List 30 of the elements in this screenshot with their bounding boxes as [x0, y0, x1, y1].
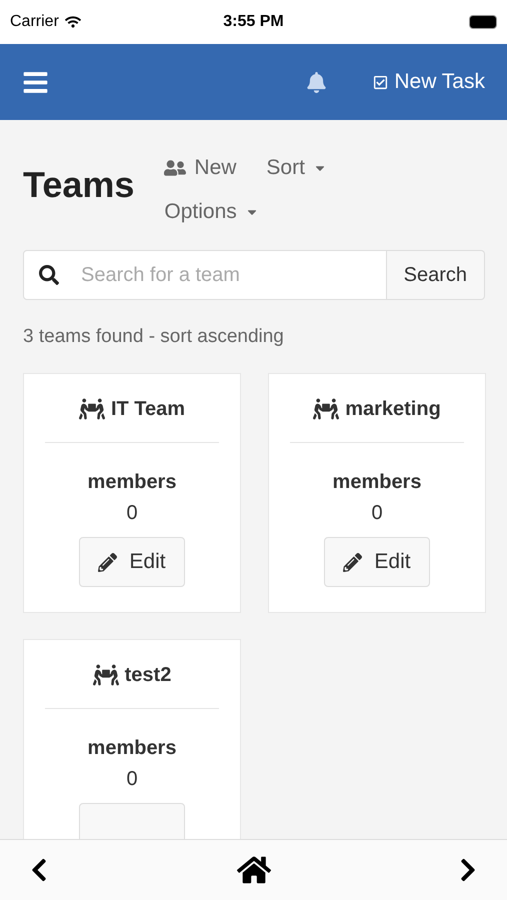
new-team-button[interactable]: New	[164, 156, 236, 180]
wifi-icon	[64, 14, 81, 30]
status-time: 3:55 PM	[223, 13, 284, 31]
edit-button[interactable]: Edit	[324, 537, 430, 587]
new-task-button[interactable]: New Task	[373, 70, 485, 94]
search-field[interactable]: Search for a team	[23, 250, 387, 300]
members-count: 0	[371, 502, 383, 525]
team-name: test2	[124, 664, 172, 686]
pencil-icon	[343, 552, 362, 572]
page-title: Teams	[23, 164, 134, 206]
people-carrying-icon	[313, 396, 340, 422]
pencil-icon	[98, 552, 118, 572]
people-carrying-icon	[78, 396, 105, 422]
people-carrying-icon	[92, 662, 119, 688]
options-dropdown[interactable]: Options	[164, 200, 259, 224]
search-button[interactable]: Search	[386, 250, 485, 300]
checkbox-icon	[373, 74, 388, 90]
carrier-label: Carrier	[10, 13, 59, 31]
members-label: members	[88, 737, 176, 760]
sort-dropdown[interactable]: Sort	[266, 156, 327, 180]
edit-button[interactable]: Edit	[79, 537, 185, 587]
members-label: members	[332, 471, 422, 494]
members-count: 0	[126, 502, 138, 525]
team-name: IT Team	[110, 398, 186, 420]
bell-icon[interactable]	[306, 72, 328, 92]
members-label: members	[88, 471, 176, 494]
team-name: marketing	[345, 398, 441, 420]
battery-icon	[469, 15, 497, 29]
results-summary: 3 teams found - sort ascending	[23, 326, 285, 348]
members-count: 0	[126, 768, 138, 791]
